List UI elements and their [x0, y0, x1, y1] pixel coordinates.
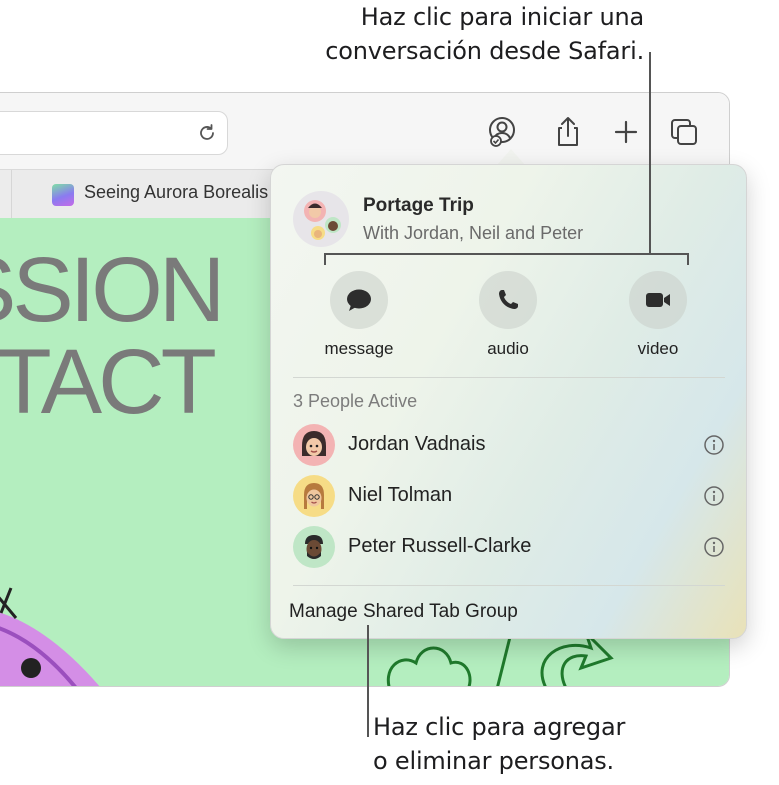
- popover-arrow: [497, 149, 525, 165]
- group-avatar: [293, 191, 349, 247]
- person-row-jordan: Jordan Vadnais: [293, 424, 725, 468]
- person-name: Niel Tolman: [348, 484, 453, 506]
- tab-overview-icon[interactable]: [667, 115, 701, 149]
- person-name: Jordan Vadnais: [348, 433, 486, 455]
- message-label: message: [324, 339, 394, 358]
- divider: [293, 377, 725, 378]
- avatar: [293, 424, 335, 466]
- video-button-circle[interactable]: [629, 271, 687, 329]
- info-icon[interactable]: [703, 536, 725, 558]
- avatar: [293, 526, 335, 568]
- person-name: Peter Russell-Clarke: [348, 535, 532, 557]
- share-icon[interactable]: [551, 115, 585, 149]
- video-label: video: [637, 339, 679, 358]
- video-button[interactable]: video: [613, 271, 703, 359]
- message-bubble-icon: [347, 289, 371, 311]
- group-subtitle: With Jordan, Neil and Peter: [363, 223, 584, 243]
- page-headline-line1: SSION: [0, 239, 225, 341]
- audio-button[interactable]: audio: [463, 271, 553, 359]
- video-camera-icon: [646, 293, 670, 307]
- new-tab-plus-icon[interactable]: [609, 115, 643, 149]
- people-active-header: 3 People Active: [293, 391, 418, 411]
- callout-top-bracket-right: [687, 253, 689, 265]
- page-illustration-image: [0, 587, 100, 686]
- callout-top-line1: Haz clic para iniciar una: [360, 3, 644, 31]
- info-icon[interactable]: [703, 434, 725, 456]
- callout-top-bracket-line: [324, 253, 689, 255]
- audio-label: audio: [487, 339, 529, 358]
- callout-bottom-leader-line: [367, 625, 369, 737]
- audio-button-circle[interactable]: [479, 271, 537, 329]
- group-title: Portage Trip: [363, 195, 474, 216]
- callout-top-bracket-left: [324, 253, 326, 265]
- memoji-peter-icon: [305, 535, 323, 559]
- tab-seeing-aurora-borealis[interactable]: Seeing Aurora Borealis: [11, 170, 312, 218]
- address-bar[interactable]: [0, 111, 228, 155]
- callout-bottom-line1: Haz clic para agregar: [373, 713, 626, 741]
- avatar: [293, 475, 335, 517]
- message-button[interactable]: message: [314, 271, 404, 359]
- group-memoji-icon: [304, 200, 341, 240]
- phone-icon: [499, 290, 518, 309]
- shared-tab-group-popover: Portage Trip With Jordan, Neil and Peter…: [270, 164, 747, 639]
- callout-bottom-line2: o eliminar personas.: [373, 747, 614, 775]
- callout-top-line2: conversación desde Safari.: [325, 37, 644, 65]
- callout-start-conversation: Haz clic para iniciar una conversación d…: [325, 0, 644, 68]
- memoji-jordan-icon: [302, 431, 326, 456]
- page-headline-line2: NTACT: [0, 331, 217, 433]
- reload-icon[interactable]: [195, 121, 219, 145]
- person-row-peter: Peter Russell-Clarke: [293, 526, 725, 570]
- toolbar: [0, 93, 729, 169]
- divider: [293, 585, 725, 586]
- person-row-niel: Niel Tolman: [293, 475, 725, 519]
- callout-top-leader-line: [649, 52, 651, 254]
- memoji-niel-icon: [304, 483, 324, 509]
- tab-favicon-icon: [52, 184, 74, 206]
- callout-manage-people: Haz clic para agregar o eliminar persona…: [373, 710, 625, 778]
- manage-shared-tab-group-button[interactable]: Manage Shared Tab Group: [289, 601, 518, 623]
- info-icon[interactable]: [703, 485, 725, 507]
- tab-label: Seeing Aurora Borealis: [84, 182, 269, 202]
- message-button-circle[interactable]: [330, 271, 388, 329]
- shared-people-icon[interactable]: [485, 115, 519, 149]
